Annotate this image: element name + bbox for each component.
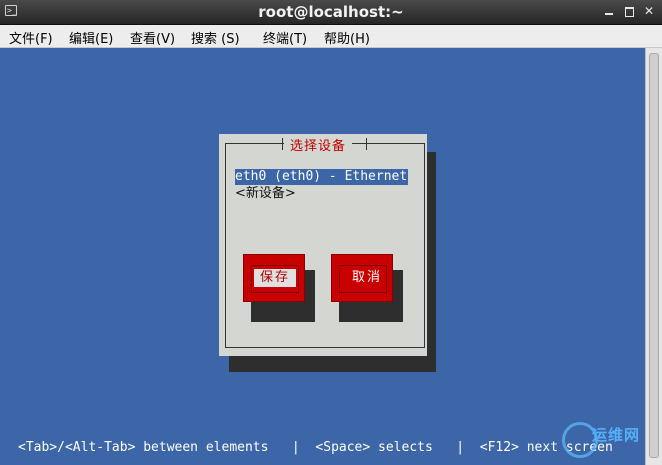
vertical-scrollbar[interactable] (645, 48, 662, 465)
device-list-item-selected[interactable]: eth0 (eth0) - Ethernet (235, 169, 409, 185)
window-titlebar[interactable]: >_ root@localhost:~ ✕ (0, 0, 662, 25)
title-tick-left (282, 138, 283, 150)
menu-search[interactable]: 搜索 (S) (191, 28, 240, 47)
menu-help[interactable]: 帮助(H) (324, 28, 370, 47)
minimize-icon (605, 13, 613, 15)
close-button[interactable]: ✕ (642, 4, 656, 18)
status-line: <Tab>/<Alt-Tab> between elements | <Spac… (18, 440, 613, 455)
scrollbar-thumb[interactable] (649, 53, 659, 458)
cancel-button[interactable]: 取消 (331, 254, 393, 302)
save-button[interactable]: 保存 (243, 254, 305, 302)
menu-edit[interactable]: 编辑(E) (69, 28, 113, 47)
maximize-button[interactable] (622, 4, 636, 18)
close-icon: ✕ (643, 4, 655, 18)
dialog-title: 选择设备 (284, 135, 353, 154)
maximize-icon (625, 7, 634, 17)
device-list-item-new[interactable]: <新设备> (235, 186, 296, 202)
menu-terminal[interactable]: 终端(T) (263, 28, 307, 47)
menu-view[interactable]: 查看(V) (130, 28, 175, 47)
minimize-button[interactable] (602, 4, 616, 18)
save-button-label: 保存 (254, 269, 297, 287)
menu-bar: 文件(F) 编辑(E) 查看(V) 搜索 (S) 终端(T) 帮助(H) (0, 25, 662, 48)
cancel-button-label: 取消 (352, 270, 383, 285)
watermark-text: 运维网 (592, 426, 641, 444)
window-title: root@localhost:~ (258, 3, 404, 21)
menu-file[interactable]: 文件(F) (9, 28, 53, 47)
watermark: 运维网 (562, 420, 662, 465)
title-tick-right (366, 138, 367, 150)
